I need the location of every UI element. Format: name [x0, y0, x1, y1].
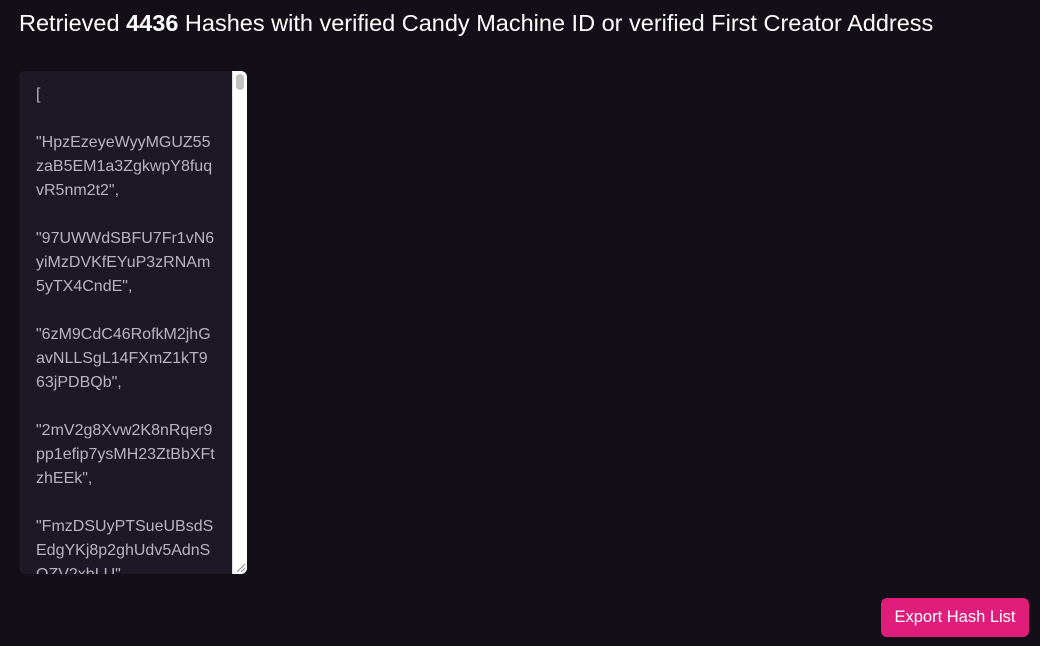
scrollbar-thumb[interactable]	[236, 74, 244, 90]
hash-item: "HpzEzeyeWyyMGUZ55zaB5EM1a3ZgkwpY8fuqvR5…	[36, 134, 213, 199]
hash-count: 4436	[126, 10, 179, 36]
vertical-scrollbar[interactable]	[232, 71, 247, 574]
hash-item: "2mV2g8Xvw2K8nRqer9pp1efip7ysMH23ZtBbXFt…	[36, 422, 215, 487]
page: Retrieved 4436 Hashes with verified Cand…	[0, 0, 1040, 646]
hash-item: "FmzDSUyPTSueUBsdSEdgYKj8p2ghUdv5AdnSQZV…	[36, 518, 214, 574]
title-prefix: Retrieved	[19, 10, 120, 36]
resize-grip-icon[interactable]	[235, 562, 246, 573]
hash-list-content[interactable]: [ "HpzEzeyeWyyMGUZ55zaB5EM1a3ZgkwpY8fuqv…	[19, 71, 232, 574]
page-title: Retrieved 4436 Hashes with verified Cand…	[19, 6, 933, 40]
title-suffix: Hashes with verified Candy Machine ID or…	[184, 10, 934, 36]
hash-list-textarea[interactable]: [ "HpzEzeyeWyyMGUZ55zaB5EM1a3ZgkwpY8fuqv…	[19, 71, 247, 574]
hash-item: "97UWWdSBFU7Fr1vN6yiMzDVKfEYuP3zRNAm5yTX…	[36, 230, 215, 295]
open-bracket: [	[36, 86, 41, 103]
export-hash-list-button[interactable]: Export Hash List	[881, 598, 1029, 637]
hash-item: "6zM9CdC46RofkM2jhGavNLLSgL14FXmZ1kT963j…	[36, 326, 211, 391]
